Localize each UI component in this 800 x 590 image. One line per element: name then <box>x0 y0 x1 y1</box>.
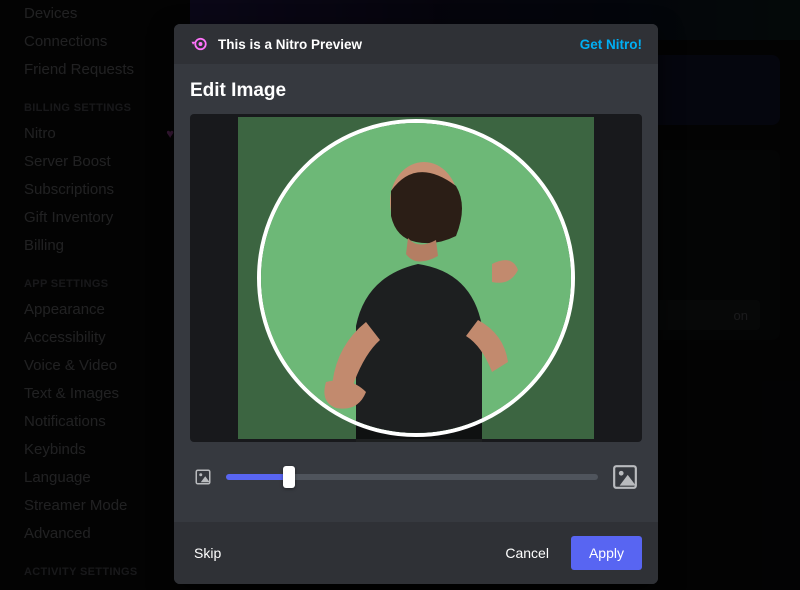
modal-header: Edit Image <box>174 64 658 114</box>
zoom-slider-fill <box>226 474 289 480</box>
image-small-icon <box>194 468 212 486</box>
skip-button[interactable]: Skip <box>190 537 225 569</box>
zoom-slider-thumb[interactable] <box>283 466 295 488</box>
edit-image-modal: This is a Nitro Preview Get Nitro! Edit … <box>174 24 658 584</box>
crop-circle[interactable] <box>257 119 575 437</box>
image-preview <box>238 117 594 439</box>
image-crop-area[interactable] <box>190 114 642 442</box>
apply-button[interactable]: Apply <box>571 536 642 570</box>
image-large-icon <box>612 464 638 490</box>
nitro-icon <box>190 35 208 53</box>
zoom-slider[interactable] <box>226 474 598 480</box>
cancel-button[interactable]: Cancel <box>489 537 565 569</box>
modal-footer: Skip Cancel Apply <box>174 522 658 584</box>
get-nitro-link[interactable]: Get Nitro! <box>580 37 642 52</box>
modal-title: Edit Image <box>190 80 642 102</box>
banner-text: This is a Nitro Preview <box>218 37 362 52</box>
zoom-slider-row <box>174 442 658 508</box>
nitro-preview-banner: This is a Nitro Preview Get Nitro! <box>174 24 658 64</box>
